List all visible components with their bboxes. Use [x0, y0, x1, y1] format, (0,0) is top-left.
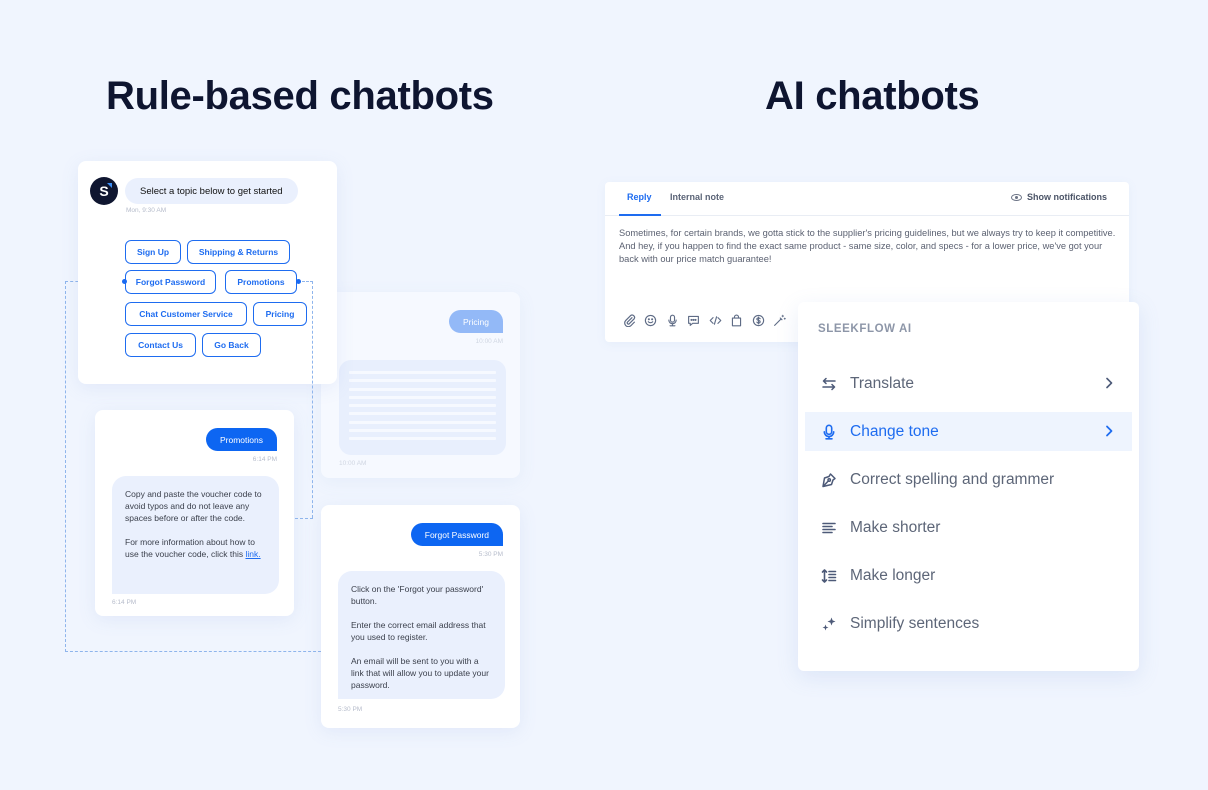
- connector-line: [65, 281, 66, 652]
- align-left-icon: [820, 519, 838, 537]
- topic-pricing-button[interactable]: Pricing: [253, 302, 307, 326]
- voucher-info-link[interactable]: link.: [245, 549, 260, 559]
- chevron-right-icon: [1106, 425, 1113, 437]
- topic-go-back-button[interactable]: Go Back: [202, 333, 261, 357]
- bot-avatar: S: [90, 177, 118, 205]
- bot-message-bubble: Click on the 'Forgot your password' butt…: [338, 571, 505, 699]
- bot-message-text: An email will be sent to you with a link…: [351, 656, 489, 690]
- composer-toolbar: [622, 313, 787, 327]
- greeting-bubble: Select a topic below to get started: [125, 178, 298, 204]
- tab-reply[interactable]: Reply: [627, 192, 652, 202]
- magic-wand-icon[interactable]: [773, 313, 787, 327]
- ai-menu-title: SLEEKFLOW AI: [818, 323, 912, 335]
- avatar-accent-icon: [107, 183, 112, 188]
- bot-message-bubble: Copy and paste the voucher code to avoid…: [112, 476, 279, 594]
- translate-arrows-icon: [820, 375, 838, 393]
- chevron-right-icon: [1106, 377, 1113, 389]
- connector-line: [295, 518, 313, 519]
- bot-message-text: Copy and paste the voucher code to avoid…: [125, 489, 262, 523]
- ai-menu-item-translate[interactable]: Translate: [805, 364, 1132, 403]
- message-input[interactable]: Sometimes, for certain brands, we gotta …: [619, 227, 1119, 266]
- ai-menu-item-simplify-sentences[interactable]: Simplify sentences: [805, 604, 1132, 643]
- ai-menu-item-make-shorter[interactable]: Make shorter: [805, 508, 1132, 547]
- message-timestamp: 10:00 AM: [339, 460, 367, 467]
- composer-tabs: Reply Internal note Show notifications: [605, 182, 1129, 216]
- active-tab-indicator: [619, 214, 661, 216]
- ai-menu-item-label: Make shorter: [850, 518, 941, 536]
- ai-menu-item-label: Simplify sentences: [850, 614, 980, 632]
- ai-menu-item-change-tone[interactable]: Change tone: [805, 412, 1132, 451]
- bot-message-text-prefix: For more information about how to use th…: [125, 537, 255, 559]
- topic-sign-up-button[interactable]: Sign Up: [125, 240, 181, 264]
- show-notifications-label: Show notifications: [1027, 192, 1107, 202]
- tab-internal-note[interactable]: Internal note: [670, 192, 724, 202]
- dollar-coin-icon[interactable]: [751, 313, 765, 327]
- message-timestamp: 5:30 PM: [338, 706, 363, 713]
- connector-line: [312, 281, 313, 518]
- sleekflow-ai-menu: SLEEKFLOW AI Translate Change tone Corre…: [798, 302, 1139, 671]
- eye-icon: [1011, 193, 1022, 201]
- bot-message-text: Click on the 'Forgot your password' butt…: [351, 584, 484, 606]
- ai-menu-item-correct-spelling[interactable]: Correct spelling and grammer: [805, 460, 1132, 499]
- ai-chatbots-heading: AI chatbots: [765, 74, 980, 118]
- rule-based-heading: Rule-based chatbots: [106, 74, 494, 118]
- microphone-icon[interactable]: [665, 313, 679, 327]
- message-timestamp: 5:30 PM: [478, 551, 503, 558]
- forgot-password-chat-card: Forgot Password 5:30 PM Click on the 'Fo…: [321, 505, 520, 728]
- code-icon[interactable]: [708, 313, 722, 327]
- bot-message-text: Enter the correct email address that you…: [351, 620, 486, 642]
- line-height-icon: [820, 567, 838, 585]
- bot-message-text: For more information about how to use th…: [125, 536, 266, 560]
- pen-nib-icon: [820, 471, 838, 489]
- topic-forgot-password-button[interactable]: Forgot Password: [125, 270, 216, 294]
- ai-menu-item-label: Correct spelling and grammer: [850, 470, 1055, 488]
- connector-line: [65, 651, 321, 652]
- topic-chat-customer-service-button[interactable]: Chat Customer Service: [125, 302, 247, 326]
- microphone-icon: [820, 423, 838, 441]
- sparkles-icon: [820, 615, 838, 633]
- topic-promotions-button[interactable]: Promotions: [225, 270, 297, 294]
- bot-message-skeleton: [339, 360, 506, 455]
- topic-selection-card: S Select a topic below to get started Mo…: [78, 161, 337, 384]
- message-timestamp: 6:14 PM: [252, 456, 277, 463]
- connector-dot: [122, 279, 127, 284]
- pricing-chat-card: Pricing 10:00 AM 10:00 AM: [321, 292, 520, 478]
- message-timestamp: 10:00 AM: [475, 338, 503, 345]
- user-message-bubble: Pricing: [449, 310, 503, 333]
- topic-shipping-returns-button[interactable]: Shipping & Returns: [187, 240, 290, 264]
- ai-menu-item-label: Make longer: [850, 566, 936, 584]
- user-message-bubble: Forgot Password: [410, 523, 503, 546]
- emoji-icon[interactable]: [644, 313, 658, 327]
- show-notifications-button[interactable]: Show notifications: [1011, 192, 1107, 202]
- paperclip-icon[interactable]: [622, 313, 636, 327]
- user-message-bubble: Promotions: [206, 428, 277, 451]
- message-timestamp: 6:14 PM: [112, 599, 137, 606]
- promotions-chat-card: Promotions 6:14 PM Copy and paste the vo…: [95, 410, 294, 616]
- connector-dot: [296, 279, 301, 284]
- chat-template-icon[interactable]: [687, 313, 701, 327]
- topic-contact-us-button[interactable]: Contact Us: [125, 333, 196, 357]
- ai-menu-item-label: Translate: [850, 374, 915, 392]
- shopping-bag-icon[interactable]: [730, 313, 744, 327]
- ai-menu-item-make-longer[interactable]: Make longer: [805, 556, 1132, 595]
- ai-menu-item-label: Change tone: [850, 422, 939, 440]
- message-timestamp: Mon, 9:30 AM: [126, 207, 167, 214]
